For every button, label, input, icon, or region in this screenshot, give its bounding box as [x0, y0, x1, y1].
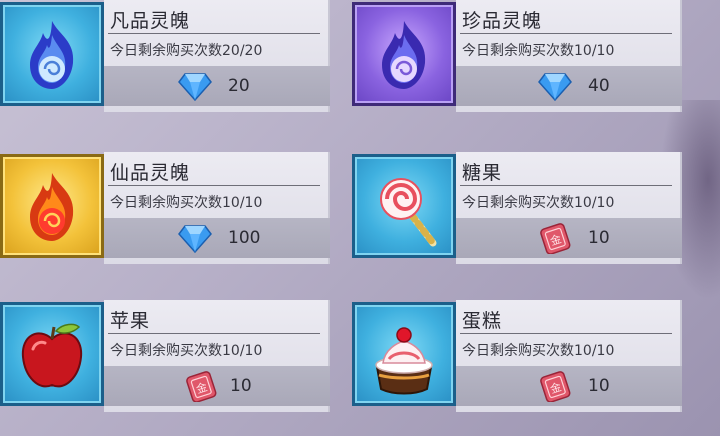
divider — [460, 33, 672, 34]
item-name: 仙品灵魄 — [110, 162, 191, 184]
item-name: 珍品灵魄 — [462, 10, 543, 32]
shop-item-card[interactable]: 糖果 今日剩余购买次数10/10 金 10 — [352, 152, 682, 264]
item-name: 苹果 — [110, 310, 151, 332]
blue-soul-flame-icon — [30, 21, 74, 89]
item-info: 糖果 今日剩余购买次数10/10 金 10 — [456, 152, 682, 264]
divider — [460, 185, 672, 186]
price-bar[interactable]: 40 — [456, 66, 682, 106]
item-name: 蛋糕 — [462, 310, 503, 332]
item-frame[interactable] — [352, 2, 456, 106]
item-name: 凡品灵魄 — [110, 10, 191, 32]
shop-item-card[interactable]: 珍品灵魄 今日剩余购买次数10/10 40 — [352, 0, 682, 112]
divider — [108, 333, 320, 334]
divider — [108, 185, 320, 186]
purchase-limit: 今日剩余购买次数10/10 — [110, 195, 263, 211]
price-value: 100 — [228, 228, 261, 248]
purchase-limit: 今日剩余购买次数20/20 — [110, 43, 263, 59]
lollipop-icon — [380, 178, 437, 247]
apple-icon — [21, 323, 83, 388]
purchase-limit: 今日剩余购买次数10/10 — [462, 343, 615, 359]
purchase-limit: 今日剩余购买次数10/10 — [110, 343, 263, 359]
coupon-icon: 金 — [186, 371, 217, 402]
item-frame[interactable] — [0, 302, 104, 406]
cake-icon — [375, 327, 433, 395]
diamond-icon — [178, 73, 212, 102]
price-bar[interactable]: 金 10 — [456, 218, 682, 258]
price-value: 10 — [588, 376, 610, 396]
item-info: 蛋糕 今日剩余购买次数10/10 金 10 — [456, 300, 682, 412]
diamond-icon — [178, 225, 212, 254]
price-value: 10 — [230, 376, 252, 396]
diamond-icon — [538, 73, 572, 102]
coupon-icon: 金 — [540, 223, 571, 254]
item-frame[interactable] — [352, 302, 456, 406]
item-frame[interactable] — [352, 154, 456, 258]
divider — [460, 333, 672, 334]
coupon-icon: 金 — [540, 371, 571, 402]
purchase-limit: 今日剩余购买次数10/10 — [462, 43, 615, 59]
price-bar[interactable]: 20 — [104, 66, 330, 106]
gold-soul-flame-icon — [30, 173, 74, 241]
price-value: 10 — [588, 228, 610, 248]
purchase-limit: 今日剩余购买次数10/10 — [462, 195, 615, 211]
item-info: 凡品灵魄 今日剩余购买次数20/20 20 — [104, 0, 330, 112]
item-info: 珍品灵魄 今日剩余购买次数10/10 40 — [456, 0, 682, 112]
shop-item-card[interactable]: 仙品灵魄 今日剩余购买次数10/10 100 — [0, 152, 330, 264]
shop-item-card[interactable]: 苹果 今日剩余购买次数10/10 金 10 — [0, 300, 330, 412]
purple-soul-flame-icon — [382, 21, 426, 89]
shop-item-card[interactable]: 凡品灵魄 今日剩余购买次数20/20 20 — [0, 0, 330, 112]
item-frame[interactable] — [0, 2, 104, 106]
divider — [108, 33, 320, 34]
item-info: 苹果 今日剩余购买次数10/10 金 10 — [104, 300, 330, 412]
item-frame[interactable] — [0, 154, 104, 258]
price-value: 20 — [228, 76, 250, 96]
shop-item-card[interactable]: 蛋糕 今日剩余购买次数10/10 金 10 — [352, 300, 682, 412]
price-bar[interactable]: 金 10 — [104, 366, 330, 406]
price-value: 40 — [588, 76, 610, 96]
price-bar[interactable]: 100 — [104, 218, 330, 258]
item-info: 仙品灵魄 今日剩余购买次数10/10 100 — [104, 152, 330, 264]
item-name: 糖果 — [462, 162, 503, 184]
price-bar[interactable]: 金 10 — [456, 366, 682, 406]
